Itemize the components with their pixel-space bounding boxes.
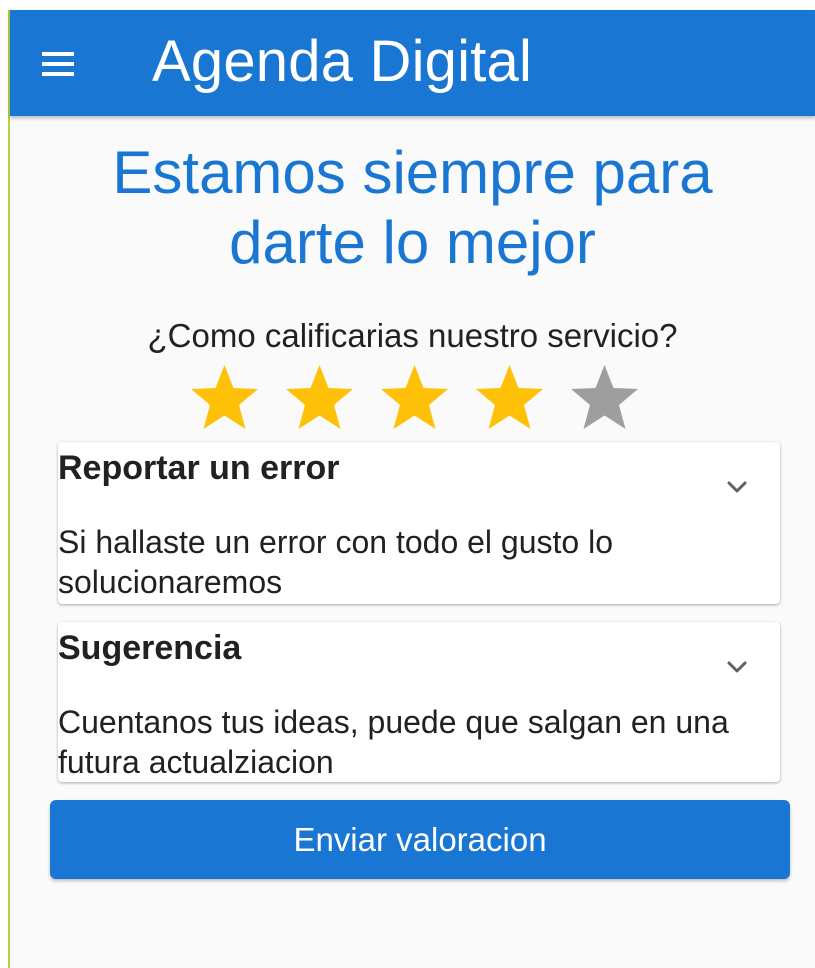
app-bar: Agenda Digital bbox=[10, 10, 815, 116]
send-rating-button[interactable]: Enviar valoracion bbox=[50, 800, 790, 879]
menu-button[interactable] bbox=[32, 38, 92, 90]
chevron-down-icon[interactable] bbox=[722, 472, 752, 502]
star-icon[interactable] bbox=[188, 362, 261, 435]
headline-line-1: Estamos siempre para bbox=[112, 139, 713, 206]
card-title: Reportar un error bbox=[58, 449, 340, 487]
star-icon[interactable] bbox=[283, 362, 356, 435]
app-screen: Agenda Digital Estamos siempre para dart… bbox=[8, 10, 815, 968]
hamburger-menu-icon bbox=[42, 52, 74, 76]
headline-line-2: darte lo mejor bbox=[229, 209, 596, 276]
report-error-card[interactable]: Reportar un error Si hallaste un error c… bbox=[58, 442, 780, 604]
card-description: Cuentanos tus ideas, puede que salgan en… bbox=[58, 704, 729, 780]
star-icon[interactable] bbox=[568, 362, 641, 435]
rating-question: ¿Como calificarias nuestro servicio? bbox=[147, 317, 678, 354]
star-icon[interactable] bbox=[473, 362, 546, 435]
star-icon[interactable] bbox=[378, 362, 451, 435]
chevron-down-icon[interactable] bbox=[722, 652, 752, 682]
suggestion-card[interactable]: Sugerencia Cuentanos tus ideas, puede qu… bbox=[58, 622, 780, 782]
page-headline: Estamos siempre para darte lo mejor bbox=[10, 138, 815, 278]
app-title: Agenda Digital bbox=[152, 29, 533, 94]
card-description: Si hallaste un error con todo el gusto l… bbox=[58, 524, 613, 600]
star-rating[interactable] bbox=[188, 362, 668, 436]
card-title: Sugerencia bbox=[58, 629, 242, 667]
